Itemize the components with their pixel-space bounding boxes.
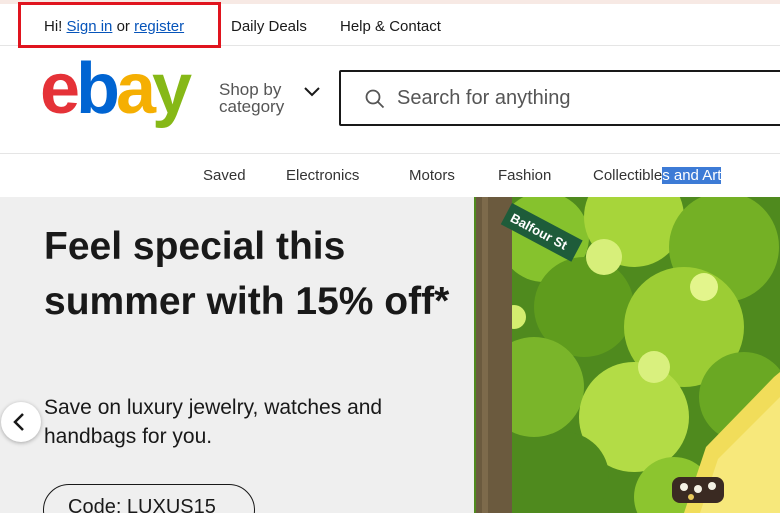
search-input[interactable] [397,82,777,114]
search-box [339,70,780,126]
help-contact-link[interactable]: Help & Contact [340,18,441,35]
promo-code-button[interactable]: Code: LUXUS15 [43,484,255,513]
shop-by-line1: Shop by [219,80,282,99]
ebay-logo[interactable]: e b a y [40,55,204,135]
search-icon [365,89,385,109]
svg-text:y: y [152,55,192,129]
svg-text:e: e [40,55,78,129]
category-nav: Saved Electronics Motors Fashion Collect… [0,155,780,197]
hero-title: Feel special this summer with 15% off* [44,225,450,323]
svg-text:b: b [76,55,118,129]
daily-deals-link[interactable]: Daily Deals [231,18,307,35]
shop-by-line2: category [219,97,285,116]
chevron-left-icon [13,413,24,431]
chevron-down-icon [304,87,320,97]
svg-text:a: a [116,55,157,129]
selected-text: s and Art [662,167,722,184]
nav-item-saved[interactable]: Saved [203,167,246,184]
hero-banner: Feel special this summer with 15% off* S… [0,197,780,513]
nav-item-fashion[interactable]: Fashion [498,167,551,184]
header: e b a y Shop by category [0,47,780,154]
hero-image: Balfour St [474,197,780,513]
collectibles-text: Collectible [593,167,663,184]
hero-subtitle: Save on luxury jewelry, watches and hand… [44,396,383,448]
nav-item-electronics[interactable]: Electronics [286,167,359,184]
nav-item-motors[interactable]: Motors [409,167,455,184]
nav-item-collectibles[interactable]: Collectibles and Art [593,167,722,184]
carousel-prev-button[interactable] [1,402,41,442]
highlight-box [18,2,221,48]
shop-by-category-button[interactable]: Shop by category [219,80,320,116]
